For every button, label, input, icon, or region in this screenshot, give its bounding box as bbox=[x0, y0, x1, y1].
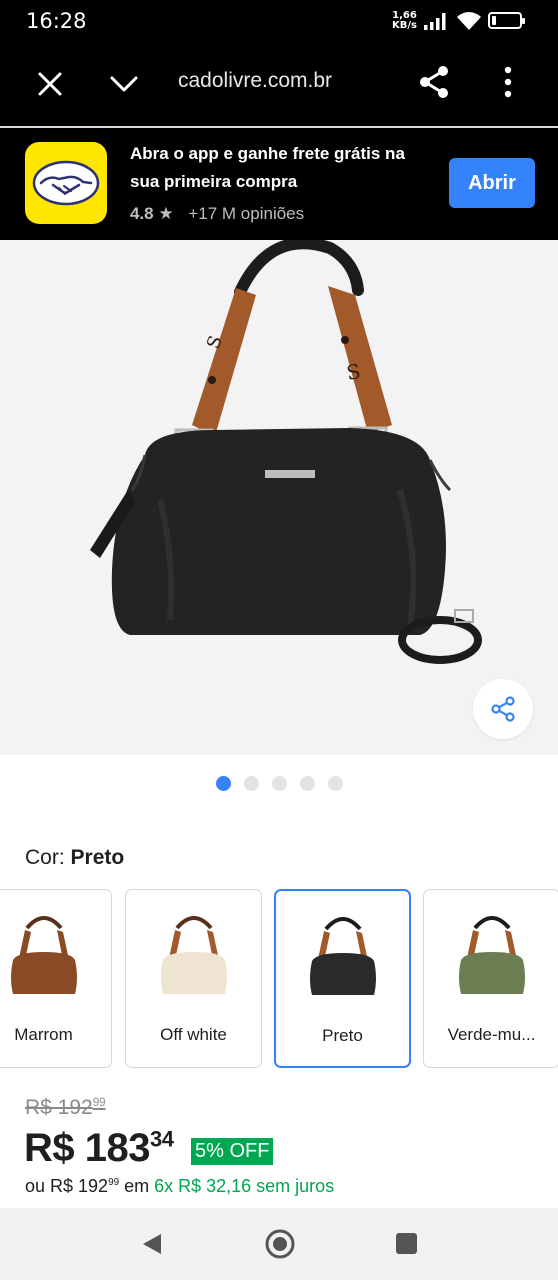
wifi-icon bbox=[457, 12, 481, 30]
selected-color-name: Preto bbox=[70, 846, 125, 869]
rating-value: 4.8 bbox=[130, 204, 154, 223]
close-icon[interactable] bbox=[36, 70, 64, 98]
original-price: R$ 19299 bbox=[25, 1096, 106, 1120]
original-price-main: R$ 192 bbox=[25, 1096, 93, 1119]
share-icon[interactable] bbox=[416, 64, 452, 100]
variant-label: Verde-mu... bbox=[447, 1025, 536, 1044]
color-variant-verde-musgo[interactable]: Verde-mu... bbox=[423, 889, 558, 1068]
installment-prefix: ou R$ 192 bbox=[25, 1176, 109, 1196]
handbag-thumbnail bbox=[10, 916, 77, 994]
recent-apps-icon[interactable] bbox=[396, 1233, 417, 1254]
home-icon[interactable] bbox=[264, 1228, 296, 1260]
signal-icon bbox=[424, 13, 446, 30]
carousel-dot[interactable] bbox=[215, 776, 231, 791]
current-price: R$ 18334 bbox=[24, 1126, 174, 1171]
color-variant-marrom[interactable]: Marrom bbox=[0, 889, 112, 1068]
color-variants: Marrom Off white Preto Verde-mu... bbox=[0, 889, 558, 1069]
color-label-prefix: Cor: bbox=[25, 846, 71, 869]
share-image-button[interactable] bbox=[473, 679, 533, 739]
variant-thumbnail bbox=[0, 908, 111, 1008]
installment-plan: 6x R$ 32,16 sem juros bbox=[154, 1176, 335, 1196]
product-photo-handbag: S S bbox=[90, 240, 482, 664]
variant-thumbnail bbox=[126, 908, 261, 1008]
handbag-thumbnail bbox=[458, 916, 525, 994]
handshake-logo-icon bbox=[25, 142, 107, 224]
browser-toolbar: cadolivre.com.br bbox=[0, 44, 558, 126]
original-price-cents: 99 bbox=[92, 1097, 106, 1109]
discount-badge: 5% OFF bbox=[191, 1138, 274, 1165]
open-app-button[interactable]: Abrir bbox=[449, 158, 535, 208]
more-vert-icon[interactable] bbox=[494, 64, 522, 100]
star-icon: ★ bbox=[158, 204, 174, 223]
network-speed: 1,66 KB/s bbox=[392, 11, 417, 31]
network-speed-unit: KB/s bbox=[392, 20, 417, 31]
url-text[interactable]: cadolivre.com.br bbox=[178, 69, 332, 93]
carousel-dot[interactable] bbox=[327, 776, 343, 791]
battery-percent: 16 bbox=[497, 13, 513, 26]
status-time: 16:28 bbox=[26, 9, 87, 33]
chevron-down-icon[interactable] bbox=[108, 70, 140, 98]
handbag-thumbnail bbox=[160, 916, 227, 994]
handbag-thumbnail bbox=[309, 917, 376, 995]
banner-message-line2: sua primeira compra bbox=[130, 172, 298, 191]
product-image-gallery[interactable]: S S bbox=[0, 240, 558, 755]
status-bar: 16:28 1,66 KB/s 16 bbox=[0, 0, 558, 44]
back-icon[interactable] bbox=[141, 1232, 163, 1256]
variant-label: Marrom bbox=[14, 1025, 73, 1044]
variant-label: Off white bbox=[160, 1025, 227, 1044]
installment-prefix-cents: 99 bbox=[108, 1177, 120, 1188]
system-navigation-bar bbox=[0, 1208, 558, 1280]
carousel-dot[interactable] bbox=[271, 776, 287, 791]
color-variant-preto[interactable]: Preto bbox=[274, 889, 411, 1068]
share-icon bbox=[491, 696, 515, 722]
review-count: +17 M opiniões bbox=[188, 204, 305, 223]
color-selector-label: Cor: Preto bbox=[25, 846, 124, 870]
carousel-pagination[interactable] bbox=[0, 776, 558, 792]
price-cents: 34 bbox=[150, 1126, 174, 1152]
variant-thumbnail bbox=[424, 908, 558, 1008]
carousel-dot[interactable] bbox=[243, 776, 259, 791]
color-variant-off-white[interactable]: Off white bbox=[125, 889, 262, 1068]
variant-thumbnail bbox=[276, 909, 409, 1009]
price-main: 183 bbox=[84, 1126, 151, 1170]
installment-info: ou R$ 19299 em 6x R$ 32,16 sem juros bbox=[25, 1176, 334, 1197]
price-currency: R$ bbox=[24, 1126, 75, 1170]
app-rating: 4.8 ★ +17 M opiniões bbox=[130, 204, 304, 224]
carousel-dot[interactable] bbox=[299, 776, 315, 791]
installment-mid: em bbox=[119, 1176, 155, 1196]
battery-icon: 16 bbox=[488, 12, 525, 29]
variant-label: Preto bbox=[322, 1026, 363, 1045]
app-install-banner: Abra o app e ganhe frete grátis na sua p… bbox=[0, 128, 558, 240]
banner-message: Abra o app e ganhe frete grátis na sua p… bbox=[130, 140, 430, 196]
banner-message-line1: Abra o app e ganhe frete grátis na bbox=[130, 144, 405, 163]
